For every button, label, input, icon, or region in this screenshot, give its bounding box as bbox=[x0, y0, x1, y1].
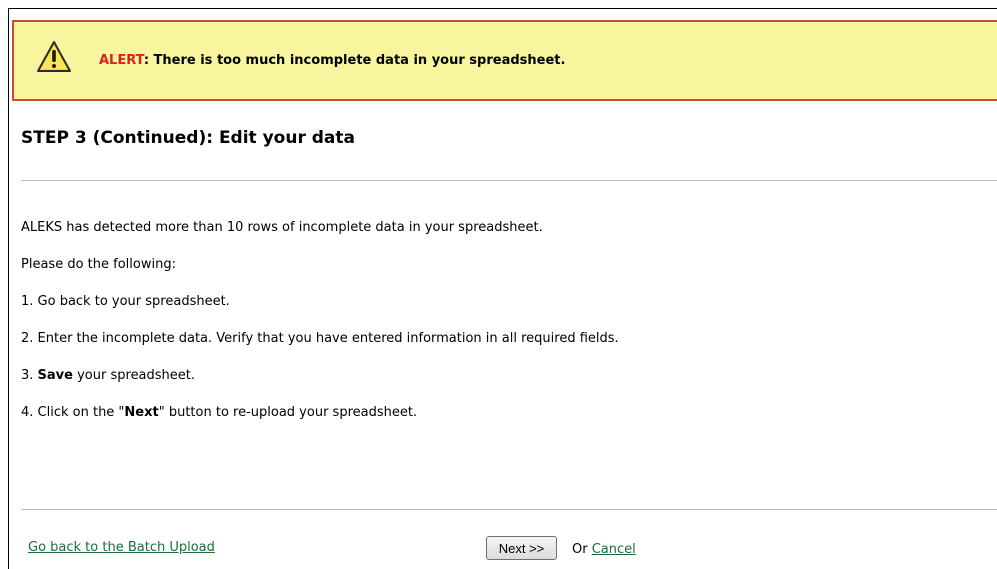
alert-banner: ALERT: There is too much incomplete data… bbox=[12, 20, 997, 101]
alert-message-text: : There is too much incomplete data in y… bbox=[143, 53, 566, 68]
top-divider bbox=[21, 180, 997, 181]
warning-icon bbox=[36, 40, 72, 74]
instruction-step-3: 3. Save your spreadsheet. bbox=[21, 368, 195, 383]
bottom-divider bbox=[21, 509, 997, 510]
instruction-step-1: 1. Go back to your spreadsheet. bbox=[21, 294, 230, 309]
or-cancel: Or Cancel bbox=[572, 542, 636, 557]
or-label: Or bbox=[572, 542, 588, 557]
back-to-batch-upload-link[interactable]: Go back to the Batch Upload bbox=[28, 540, 215, 555]
instruction-step-3-bold: Save bbox=[37, 368, 73, 383]
page-title: STEP 3 (Continued): Edit your data bbox=[21, 128, 356, 148]
instruction-step-4-prefix: 4. Click on the " bbox=[21, 405, 125, 420]
instruction-step-3-suffix: your spreadsheet. bbox=[72, 368, 196, 383]
cancel-link[interactable]: Cancel bbox=[592, 542, 636, 557]
instruction-step-3-prefix: 3. bbox=[21, 368, 38, 383]
instruction-step-4: 4. Click on the "Next" button to re-uplo… bbox=[21, 405, 417, 420]
instruction-step-4-bold: Next bbox=[124, 405, 159, 420]
instruction-step-4-suffix: " button to re-upload your spreadsheet. bbox=[158, 405, 418, 420]
alert-message: ALERT: There is too much incomplete data… bbox=[99, 53, 565, 68]
detected-message: ALEKS has detected more than 10 rows of … bbox=[21, 220, 543, 235]
next-button[interactable]: Next >> bbox=[486, 536, 557, 560]
instructions-intro: Please do the following: bbox=[21, 257, 176, 272]
instruction-step-2: 2. Enter the incomplete data. Verify tha… bbox=[21, 331, 619, 346]
alert-label: ALERT bbox=[99, 53, 144, 68]
